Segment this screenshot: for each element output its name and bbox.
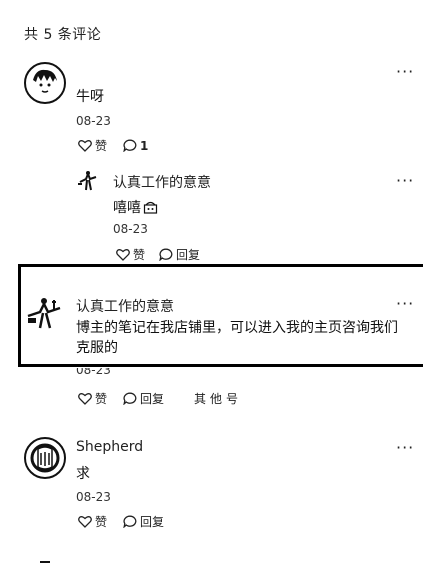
comment-date-text: 08-23 <box>76 368 111 376</box>
comment-text: 求 <box>76 466 90 482</box>
comment-bubble-icon <box>123 392 137 405</box>
comment-bubble-icon <box>123 515 137 528</box>
heart-icon <box>78 140 92 152</box>
comment-author[interactable]: Shepherd <box>76 439 143 455</box>
like-label: 赞 <box>133 248 146 262</box>
comment-text-content: 嘻嘻 <box>113 200 141 216</box>
like-button[interactable]: 赞 <box>78 513 107 530</box>
heart-icon <box>78 516 92 528</box>
like-button[interactable]: 赞 <box>78 137 107 154</box>
comment-author[interactable]: 认真工作的意意 <box>76 296 174 316</box>
comment-date: 08-23 <box>76 490 111 504</box>
comments-count-title: 共 5 条评论 <box>24 27 102 43</box>
more-options-icon[interactable]: ··· <box>396 438 414 457</box>
comment-actions: 赞 回复 其他号 <box>78 390 242 407</box>
comment-bubble-icon <box>159 248 173 261</box>
reply-button[interactable]: 回复 <box>159 246 200 263</box>
avatar[interactable] <box>26 296 66 330</box>
reply-button[interactable]: 1 <box>123 139 148 153</box>
comment-date: 08-23 <box>76 114 111 128</box>
avatar[interactable] <box>76 170 100 192</box>
side-note-label: 其他号 <box>194 392 243 406</box>
avatar[interactable] <box>24 437 66 479</box>
like-label: 赞 <box>95 392 108 406</box>
reply-button[interactable]: 回复 <box>123 513 164 530</box>
comment-text: 嘻嘻 <box>113 197 158 217</box>
like-label: 赞 <box>95 515 108 529</box>
comment-actions: 赞 1 <box>78 137 148 154</box>
user-avatar-icon <box>30 68 60 98</box>
reply-label: 回复 <box>140 515 165 529</box>
like-button[interactable]: 赞 <box>116 246 145 263</box>
more-options-icon[interactable]: ··· <box>396 171 414 190</box>
user-avatar-icon <box>27 298 61 329</box>
reply-label: 回复 <box>176 248 201 262</box>
like-button[interactable]: 赞 <box>78 390 107 407</box>
reply-count: 1 <box>140 138 149 153</box>
reply-label: 回复 <box>140 392 165 406</box>
comment-date: 08-23 <box>113 222 148 236</box>
like-label: 赞 <box>95 139 108 153</box>
heart-icon <box>116 249 130 261</box>
user-avatar-icon <box>30 443 60 473</box>
comment-date: 08-23 <box>76 368 111 376</box>
more-options-icon[interactable]: ··· <box>396 294 414 313</box>
reply-button[interactable]: 回复 <box>123 390 164 407</box>
comment-author[interactable]: 认真工作的意意 <box>113 172 211 192</box>
comment-bubble-icon <box>123 139 137 152</box>
more-options-icon[interactable]: ··· <box>396 62 414 81</box>
emoji-icon <box>143 201 158 214</box>
avatar[interactable] <box>24 62 66 104</box>
comment-text: 牛呀 <box>76 89 104 105</box>
user-avatar-icon <box>78 171 97 191</box>
comment-actions: 赞 回复 <box>116 246 200 263</box>
comment-text: 博主的笔记在我店铺里，可以进入我的主页咨询我们克服的 <box>76 320 398 356</box>
heart-icon <box>78 393 92 405</box>
comment-actions: 赞 回复 <box>78 513 164 530</box>
